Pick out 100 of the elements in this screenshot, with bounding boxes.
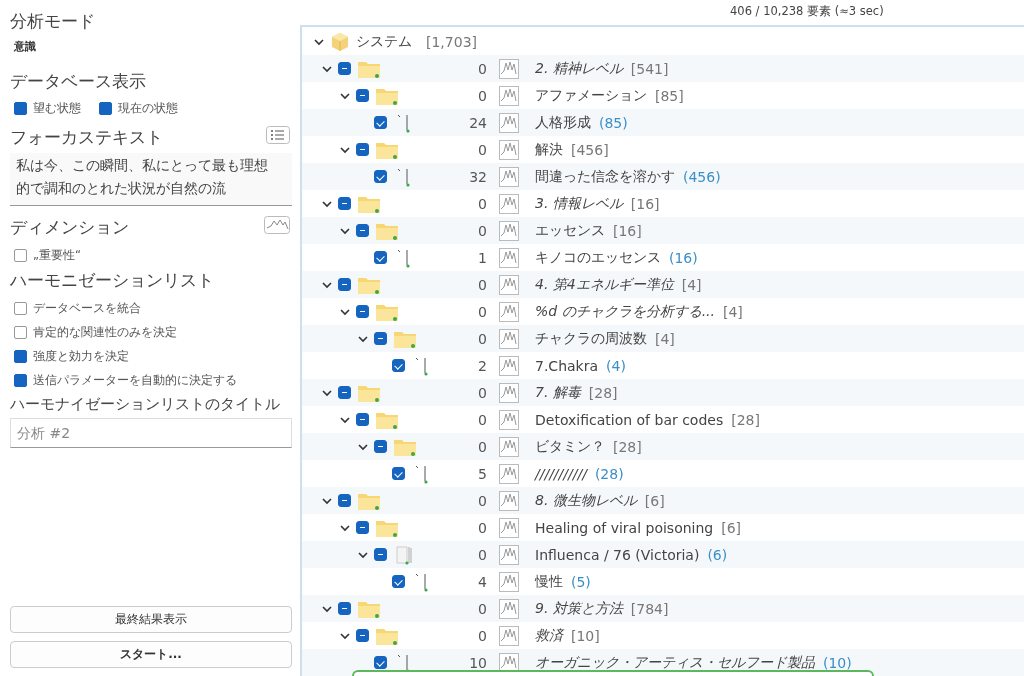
waveform-icon[interactable]	[499, 220, 519, 241]
waveform-icon[interactable]	[264, 215, 290, 234]
waveform-icon[interactable]	[499, 625, 519, 646]
waveform-icon[interactable]	[499, 382, 519, 403]
waveform-icon[interactable]	[499, 490, 519, 511]
tree-checkbox[interactable]	[374, 170, 387, 183]
waveform-icon[interactable]	[499, 166, 519, 187]
checkbox-option[interactable]: 現在の状態	[99, 101, 178, 116]
waveform-icon[interactable]	[499, 58, 519, 79]
tree-item-label[interactable]: 9. 対策と方法	[535, 599, 623, 618]
tree-checkbox[interactable]	[338, 386, 351, 399]
tree-checkbox[interactable]	[356, 89, 369, 102]
tree-checkbox[interactable]	[374, 656, 387, 669]
tree-checkbox[interactable]	[374, 251, 387, 264]
tree-item-label[interactable]: 慢性	[535, 572, 563, 591]
tree-item-label[interactable]: 8. 微生物レベル	[535, 491, 637, 510]
list-icon[interactable]	[266, 125, 290, 144]
tree-item-label[interactable]: キノコのエッセンス	[535, 248, 661, 267]
tree-checkbox[interactable]	[392, 575, 405, 588]
tree-checkbox[interactable]	[356, 143, 369, 156]
tree-item-label[interactable]: Healing of viral poisoning	[535, 519, 714, 536]
tree-item-label[interactable]: Influenca / 76 (Victoria)	[535, 546, 700, 563]
tree-checkbox[interactable]	[356, 521, 369, 534]
chevron-icon[interactable]	[322, 495, 332, 506]
tree-checkbox[interactable]	[356, 224, 369, 237]
tree-checkbox[interactable]	[338, 494, 351, 507]
tree-item-label[interactable]: 解決	[535, 140, 563, 159]
chevron-icon[interactable]	[358, 549, 368, 560]
tree-item-label[interactable]: エッセンス	[535, 221, 605, 240]
checkbox-option[interactable]: 強度と効力を決定	[14, 349, 292, 364]
waveform-icon[interactable]	[499, 355, 519, 376]
tree-checkbox[interactable]	[356, 629, 369, 642]
waveform-icon[interactable]	[499, 409, 519, 430]
waveform-icon[interactable]	[499, 328, 519, 349]
tree-checkbox[interactable]	[374, 332, 387, 345]
checkbox-option[interactable]: 望む状態	[14, 101, 81, 116]
tree-item-label[interactable]: Detoxification of bar codes	[535, 411, 724, 428]
checkbox-option[interactable]: „重要性“	[14, 248, 292, 263]
chevron-icon[interactable]	[340, 522, 350, 533]
tree-checkbox[interactable]	[338, 278, 351, 291]
chevron-icon[interactable]	[314, 37, 324, 47]
waveform-icon[interactable]	[499, 436, 519, 457]
waveform-icon[interactable]	[499, 85, 519, 106]
tree-item-label[interactable]: 4. 第4エネルギー準位	[535, 275, 674, 294]
tree-item-label[interactable]: ビタミン？	[535, 437, 605, 456]
waveform-icon[interactable]	[499, 463, 519, 484]
chevron-icon[interactable]	[358, 333, 368, 344]
chevron-icon[interactable]	[322, 387, 332, 398]
focus-text-field[interactable]: 私は今、この瞬間、私にとって最も理想的で調和のとれた状況が自然の流	[10, 153, 292, 206]
waveform-icon[interactable]	[499, 247, 519, 268]
waveform-icon[interactable]	[499, 571, 519, 592]
waveform-icon[interactable]	[499, 544, 519, 565]
tree-item-label[interactable]: 救済	[535, 626, 563, 645]
tree-item-label[interactable]: システム	[356, 33, 412, 51]
checkbox-option[interactable]: 肯定的な関連性のみを決定	[14, 325, 292, 340]
title-input-field[interactable]: 分析 #2	[10, 418, 292, 448]
chevron-icon[interactable]	[340, 630, 350, 641]
waveform-icon[interactable]	[499, 139, 519, 160]
chevron-icon[interactable]	[322, 279, 332, 290]
waveform-icon[interactable]	[499, 652, 519, 673]
chevron-icon[interactable]	[322, 63, 332, 74]
waveform-icon[interactable]	[499, 517, 519, 538]
chevron-icon[interactable]	[340, 414, 350, 425]
tree-checkbox[interactable]	[338, 602, 351, 615]
tree-item-label[interactable]: アファメーション	[535, 86, 647, 105]
tree-item-label[interactable]: 間違った信念を溶かす	[535, 167, 675, 186]
tree-item-label[interactable]: 7.Chakra	[535, 357, 599, 374]
tree-checkbox[interactable]	[356, 413, 369, 426]
tree-checkbox[interactable]	[392, 359, 405, 372]
chevron-icon[interactable]	[340, 144, 350, 155]
tree-checkbox[interactable]	[338, 197, 351, 210]
tree-item-label[interactable]: %d のチャクラを分析する...	[535, 302, 715, 321]
start-button[interactable]: スタート...	[10, 641, 292, 668]
waveform-icon[interactable]	[499, 193, 519, 214]
tree-item-label[interactable]: 人格形成	[535, 113, 591, 132]
waveform-icon[interactable]	[499, 274, 519, 295]
tree-item-label[interactable]: ///////////	[535, 465, 587, 482]
tree-item-label[interactable]: 2. 精神レベル	[535, 59, 623, 78]
waveform-icon[interactable]	[499, 301, 519, 322]
checkbox-option[interactable]: 送信パラメーターを自動的に決定する	[14, 373, 292, 388]
tree-checkbox[interactable]	[374, 116, 387, 129]
tree-item-label[interactable]: 3. 情報レベル	[535, 194, 623, 213]
chevron-icon[interactable]	[322, 198, 332, 209]
chevron-icon[interactable]	[322, 603, 332, 614]
tree-checkbox[interactable]	[392, 467, 405, 480]
checkbox-option[interactable]: データベースを統合	[14, 301, 292, 316]
chevron-icon[interactable]	[358, 441, 368, 452]
chevron-icon[interactable]	[340, 225, 350, 236]
tree-checkbox[interactable]	[338, 62, 351, 75]
tree-checkbox[interactable]	[374, 548, 387, 561]
tree-checkbox[interactable]	[356, 305, 369, 318]
tree-checkbox[interactable]	[374, 440, 387, 453]
tree-item-label[interactable]: チャクラの周波数	[535, 329, 647, 348]
waveform-icon[interactable]	[499, 112, 519, 133]
chevron-icon[interactable]	[340, 306, 350, 317]
waveform-icon[interactable]	[499, 598, 519, 619]
chevron-icon[interactable]	[340, 90, 350, 101]
tree-item-label[interactable]: 7. 解毒	[535, 383, 581, 402]
tree-item-label[interactable]: オーガニック・アーティス・セルフード製品	[535, 653, 815, 672]
result-button[interactable]: 最終結果表示	[10, 606, 292, 633]
